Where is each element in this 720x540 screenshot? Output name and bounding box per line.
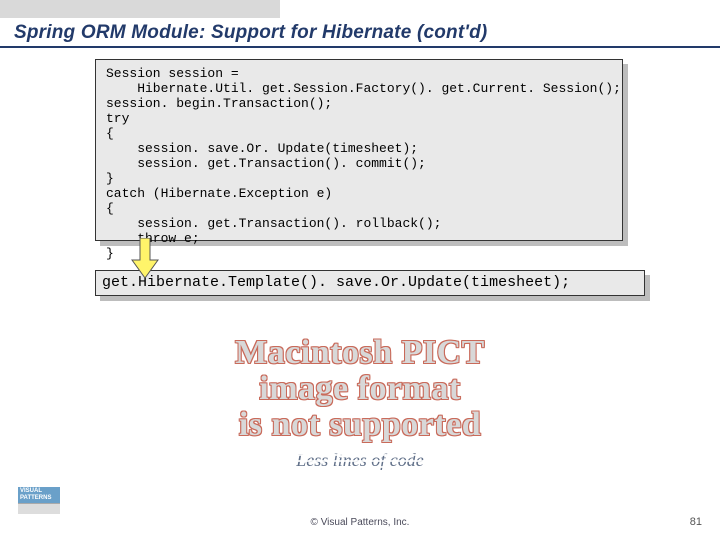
pict-line-1: Macintosh PICT: [235, 334, 485, 371]
arrow-down-icon: [130, 238, 160, 278]
logo-text: VISUAL PATTERNS: [18, 487, 60, 503]
copyright-text: © Visual Patterns, Inc.: [0, 517, 720, 528]
logo-footer: [18, 503, 60, 514]
code-block-after: get.Hibernate.Template(). save.Or.Update…: [95, 270, 645, 296]
title-underline: [0, 46, 720, 48]
page-number: 81: [690, 516, 702, 528]
code-block-before: Session session = Hibernate.Util. get.Se…: [95, 59, 623, 241]
slide-title: Spring ORM Module: Support for Hibernate…: [14, 22, 487, 44]
top-decor-bar: [0, 0, 280, 18]
pict-unsupported-message: Macintosh PICT image format is not suppo…: [0, 335, 720, 443]
caption-whiteout: [265, 460, 445, 462]
visual-patterns-logo: VISUAL PATTERNS: [18, 487, 60, 514]
pict-line-3: is not supported: [239, 406, 481, 443]
pict-line-2: image format: [259, 370, 460, 407]
